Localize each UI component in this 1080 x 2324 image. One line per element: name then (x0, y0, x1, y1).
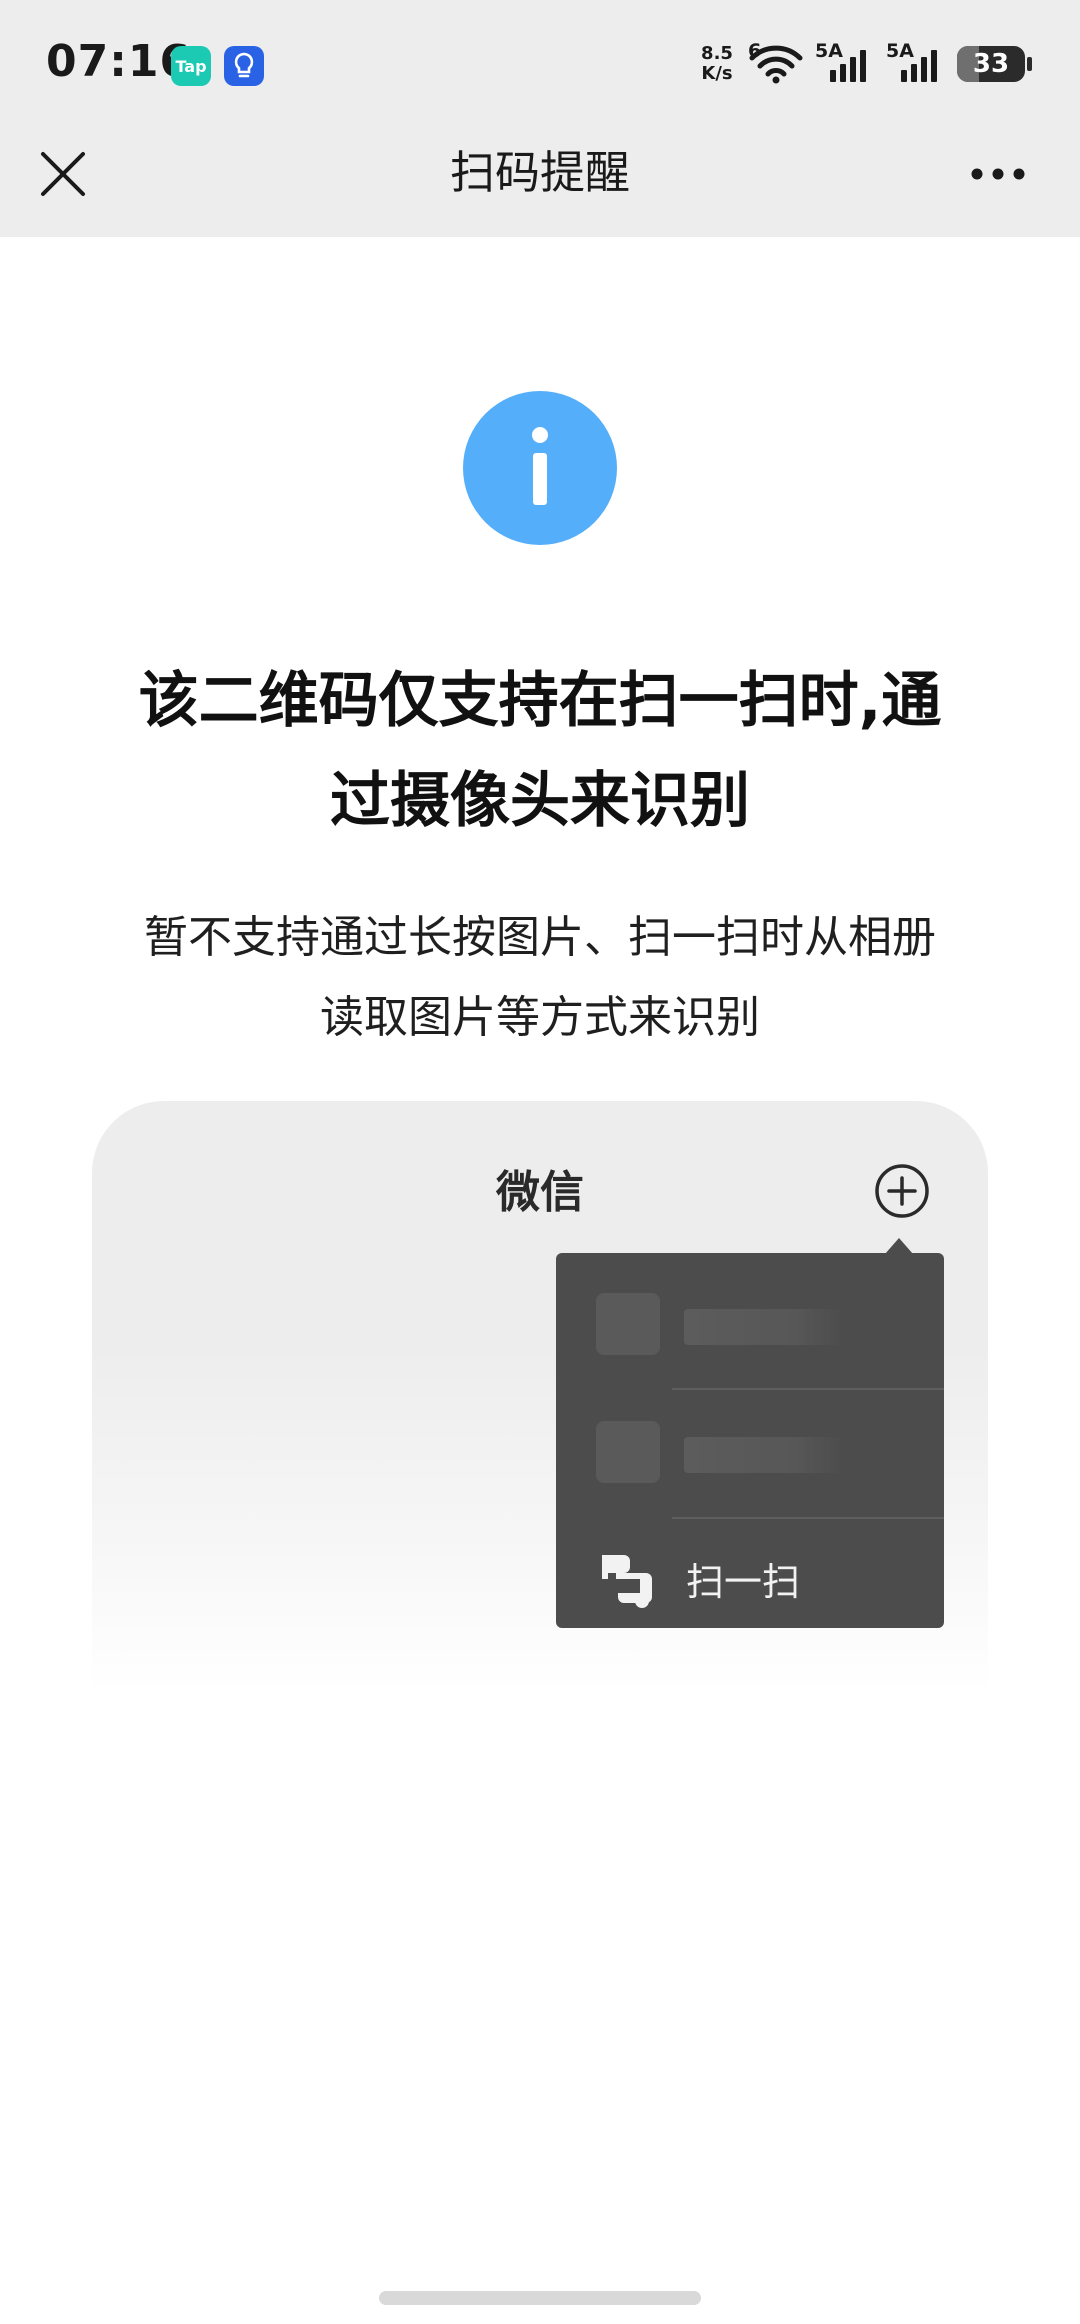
battery-tip (1027, 57, 1032, 71)
notice-headline-line1: 该二维码仅支持在扫一扫时,通 (138, 666, 942, 736)
scan-icon (602, 1555, 652, 1608)
home-indicator[interactable] (379, 2291, 701, 2305)
battery-level: 33 (972, 49, 1010, 79)
tap-app-icon: Tap (171, 46, 211, 86)
page-title: 扫码提醒 (449, 146, 630, 199)
placeholder-icon (596, 1421, 660, 1483)
status-time: 07:16 (46, 36, 192, 87)
notice-subtext-line2: 读取图片等方式来识别 (320, 992, 760, 1043)
menu-scan-label: 扫一扫 (686, 1560, 801, 1604)
placeholder-icon (596, 1293, 660, 1355)
mock-app-title: 微信 (496, 1167, 584, 1218)
lightbulb-app-icon (224, 46, 264, 86)
notice-headline: 该二维码仅支持在扫一扫时,通 过摄像头来识别 (90, 651, 990, 851)
cellular-signal-icon (830, 50, 866, 82)
notice-headline-line2: 过摄像头来识别 (330, 766, 750, 836)
info-icon (463, 391, 617, 545)
battery-icon: 33 (957, 46, 1025, 82)
cellular-signal-icon (901, 50, 937, 82)
tap-app-label: Tap (175, 56, 207, 76)
notice-subtext: 暂不支持通过长按图片、扫一扫时从相册 读取图片等方式来识别 (70, 898, 1010, 1058)
menu-item-placeholder (556, 1253, 944, 1383)
more-icon (971, 168, 1025, 180)
placeholder-text (684, 1309, 844, 1345)
menu-item-placeholder (556, 1381, 944, 1511)
wifi-icon (749, 45, 803, 84)
notice-subtext-line1: 暂不支持通过长按图片、扫一扫时从相册 (144, 912, 936, 963)
menu-pointer (885, 1238, 913, 1254)
more-button[interactable] (962, 146, 1034, 202)
network-speed: 8.5 K/s (695, 44, 739, 84)
network-speed-value: 8.5 (701, 43, 733, 64)
wechat-menu-illustration: 微信 扫一扫 (92, 1101, 988, 1921)
mock-popup-menu: 扫一扫 (556, 1253, 944, 1628)
info-glyph (532, 427, 548, 505)
menu-item-scan: 扫一扫 (556, 1513, 944, 1628)
placeholder-text (684, 1437, 844, 1473)
network-speed-unit: K/s (701, 63, 733, 84)
plus-circle-icon (875, 1164, 929, 1218)
